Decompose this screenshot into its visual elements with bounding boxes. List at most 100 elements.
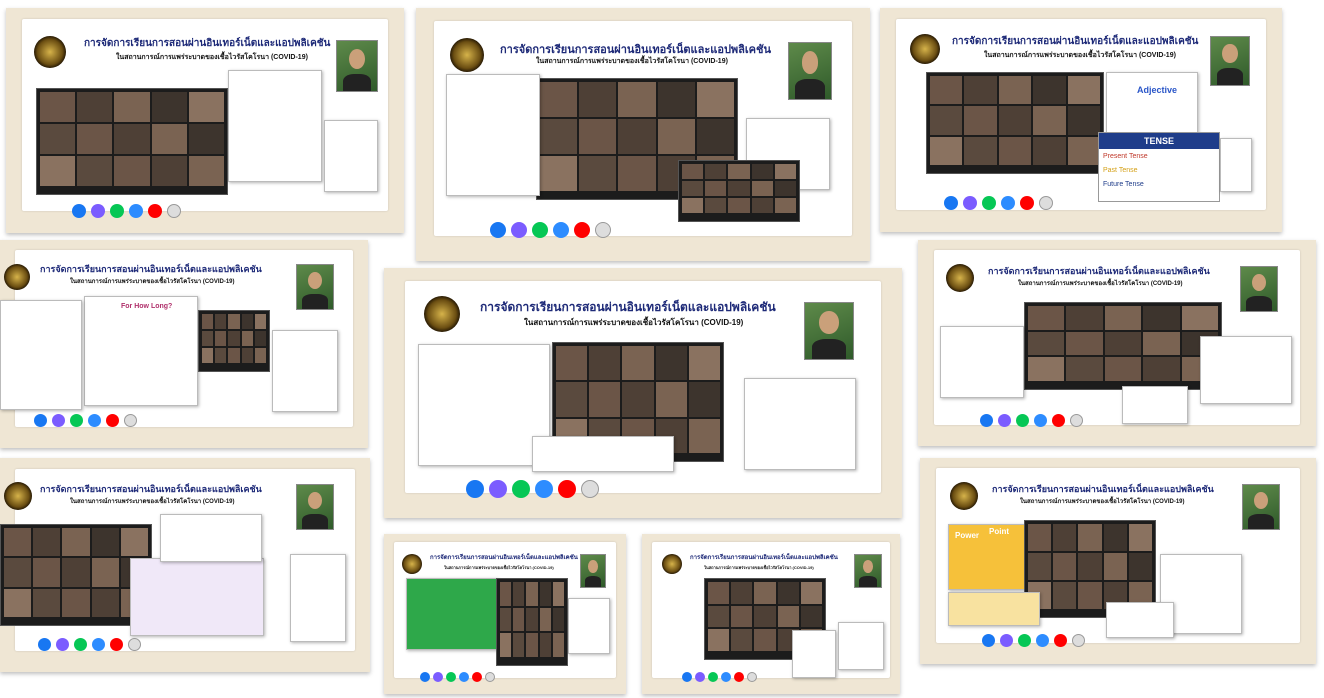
school-emblem-icon: [910, 34, 940, 64]
participant-tile: [151, 92, 187, 122]
tense-past: Past Tense: [1103, 167, 1138, 174]
zoom-icon: [88, 414, 101, 427]
participant-tile: [114, 124, 150, 154]
video-call-screenshot: [496, 578, 568, 666]
poster-card: การจัดการเรียนการสอนผ่านอินเทอร์เน็ตและแ…: [880, 8, 1282, 232]
facebook-icon: [944, 196, 958, 210]
participant-tile: [1128, 553, 1152, 580]
participant-tile: [682, 181, 704, 196]
messenger-icon: [963, 196, 977, 210]
participant-tile: [241, 331, 253, 346]
participant-tile: [188, 124, 224, 154]
google-icon: [595, 222, 611, 238]
messenger-icon: [695, 672, 705, 682]
chat-screenshot: [228, 70, 322, 182]
participant-tile: [751, 164, 773, 179]
line-icon: [532, 222, 548, 238]
poster-card: การจัดการเรียนการสอนผ่านอินเทอร์เน็ตและแ…: [918, 240, 1316, 446]
participant-tile: [40, 124, 76, 154]
chat-screenshot: [940, 326, 1024, 398]
participant-tile: [657, 82, 695, 117]
participant-tile: [552, 582, 564, 606]
participant-tile: [705, 198, 727, 213]
youtube-icon: [472, 672, 482, 682]
participant-tile: [91, 558, 119, 587]
participant-tile: [500, 582, 512, 606]
facebook-icon: [466, 480, 484, 498]
participant-tile: [1067, 136, 1100, 165]
teacher-photo: [296, 484, 334, 530]
tense-present: Present Tense: [1103, 153, 1148, 160]
photo-collage: [0, 300, 82, 410]
participant-tile: [1078, 553, 1102, 580]
zoom-icon: [459, 672, 469, 682]
participant-tile: [696, 82, 734, 117]
app-icon-row: [420, 672, 495, 682]
lesson-slide: Power Point: [948, 524, 1032, 590]
school-emblem-icon: [662, 554, 682, 574]
photo-collage: [272, 330, 338, 412]
youtube-icon: [1020, 196, 1034, 210]
participant-tile: [777, 605, 799, 628]
poster-title: การจัดการเรียนการสอนผ่านอินเทอร์เน็ตและแ…: [992, 484, 1214, 494]
participant-tile: [731, 582, 753, 604]
participant-tile: [540, 156, 578, 191]
participant-tile: [540, 82, 578, 117]
slide-word: Point: [989, 527, 1009, 536]
participant-tile: [800, 605, 822, 628]
participant-tile: [114, 92, 150, 122]
participant-tile: [241, 314, 253, 329]
participant-tile: [114, 156, 150, 186]
participant-tile: [705, 181, 727, 196]
participant-tile: [40, 156, 76, 186]
participant-tile: [62, 558, 90, 587]
poster-subtitle: ในสถานการณ์การแพร่ระบาดของเชื้อไวรัสโคโร…: [70, 279, 235, 285]
participant-tile: [539, 633, 551, 657]
video-call-screenshot: [198, 310, 270, 372]
poster-subtitle: ในสถานการณ์การแพร่ระบาดของเชื้อไวรัสโคโร…: [444, 565, 554, 570]
line-icon: [446, 672, 456, 682]
participant-tile: [4, 528, 32, 557]
tense-slide: TENSE Present Tense Past Tense Future Te…: [1098, 132, 1220, 202]
participant-tile: [215, 331, 227, 346]
participant-tile: [655, 346, 687, 381]
chat-screenshot: [406, 578, 498, 650]
participant-tile: [998, 136, 1032, 165]
participant-tile: [1143, 331, 1180, 356]
messenger-icon: [52, 414, 65, 427]
participant-tile: [552, 607, 564, 632]
participant-tile: [1053, 553, 1077, 580]
app-icon-row: [682, 672, 757, 682]
poster-card: การจัดการเรียนการสอนผ่านอินเทอร์เน็ตและแ…: [416, 8, 870, 261]
school-emblem-icon: [950, 482, 978, 510]
line-icon: [110, 204, 124, 218]
app-icon-row: [980, 414, 1083, 427]
participant-tile: [622, 382, 654, 417]
participant-tile: [539, 582, 551, 606]
participant-grid: [40, 92, 224, 186]
poster-subtitle: ในสถานการณ์การแพร่ระบาดของเชื้อไวรัสโคโร…: [116, 54, 308, 61]
zoom-icon: [721, 672, 731, 682]
participant-tile: [657, 119, 695, 154]
school-emblem-icon: [4, 264, 30, 290]
participant-tile: [688, 418, 720, 453]
lesson-slide: For How Long?: [84, 296, 198, 406]
poster-subtitle: ในสถานการณ์การแพร่ระบาดของเชื้อไวรัสโคโร…: [524, 318, 744, 327]
lesson-slide: Adjective: [1106, 72, 1198, 134]
zoom-icon: [1036, 634, 1049, 647]
participant-tile: [1066, 306, 1103, 330]
participant-tile: [579, 82, 617, 117]
participant-tile: [754, 582, 776, 604]
youtube-icon: [734, 672, 744, 682]
google-icon: [747, 672, 757, 682]
chat-screenshot: [1122, 386, 1188, 424]
participant-tile: [1053, 582, 1077, 609]
teacher-photo: [1210, 36, 1250, 86]
participant-tile: [964, 76, 997, 105]
facebook-icon: [34, 414, 47, 427]
teacher-photo: [1242, 484, 1280, 530]
participant-tile: [751, 198, 773, 213]
poster-card: การจัดการเรียนการสอนผ่านอินเทอร์เน็ตและแ…: [384, 534, 626, 694]
participant-tile: [618, 82, 656, 117]
youtube-icon: [106, 414, 119, 427]
